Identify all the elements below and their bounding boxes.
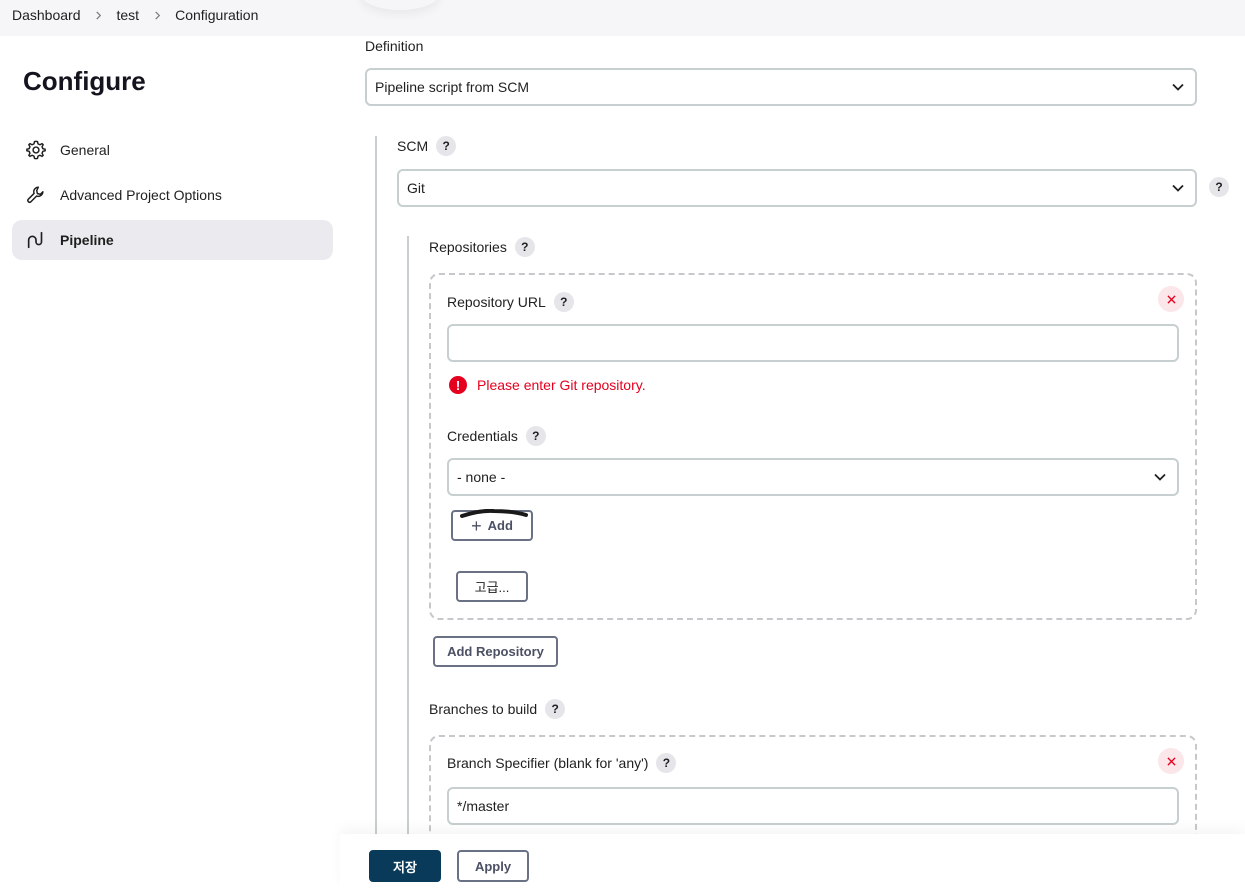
branch-specifier-label: Branch Specifier (blank for 'any') ?	[447, 753, 677, 773]
close-icon	[1166, 294, 1176, 304]
scm-section-line	[407, 236, 409, 836]
repository-url-error: ! Please enter Git repository.	[449, 375, 646, 395]
chevron-down-icon	[1172, 184, 1184, 192]
close-icon	[1166, 756, 1176, 766]
advanced-button[interactable]: 고급...	[456, 571, 528, 602]
save-button[interactable]: 저장	[369, 850, 441, 882]
credentials-label: Credentials ?	[447, 426, 546, 446]
help-icon[interactable]: ?	[525, 426, 546, 446]
chevron-right-icon	[81, 10, 117, 20]
breadcrumb: Dashboard test Configuration	[12, 0, 258, 30]
help-icon[interactable]: ?	[1209, 177, 1229, 197]
breadcrumb-configuration[interactable]: Configuration	[175, 7, 258, 23]
breadcrumb-dashboard[interactable]: Dashboard	[12, 7, 81, 23]
sidebar-item-label: Advanced Project Options	[60, 187, 222, 203]
gear-icon	[24, 138, 48, 162]
delete-repository-button[interactable]	[1158, 286, 1184, 312]
add-repository-button[interactable]: Add Repository	[433, 636, 558, 667]
credentials-select[interactable]: - none -	[447, 458, 1179, 496]
definition-select[interactable]: Pipeline script from SCM	[365, 68, 1197, 106]
repository-url-input[interactable]	[447, 324, 1179, 362]
chevron-down-icon	[1154, 473, 1166, 481]
branch-specifier-input[interactable]	[447, 787, 1179, 825]
sidebar-item-general[interactable]: General	[12, 130, 333, 170]
delete-branch-button[interactable]	[1158, 748, 1184, 774]
scm-label: SCM ?	[397, 136, 457, 156]
plus-icon: +	[471, 515, 482, 536]
help-icon[interactable]: ?	[514, 237, 535, 257]
wrench-icon	[24, 183, 48, 207]
repositories-label: Repositories ?	[429, 237, 535, 257]
sidebar-item-advanced-project-options[interactable]: Advanced Project Options	[12, 175, 333, 215]
apply-button[interactable]: Apply	[457, 850, 529, 882]
help-icon[interactable]: ?	[553, 292, 574, 312]
help-icon[interactable]: ?	[656, 753, 677, 773]
branches-label: Branches to build ?	[429, 699, 566, 719]
sidebar-item-label: General	[60, 142, 110, 158]
page-title: Configure	[23, 66, 146, 96]
section-line	[375, 136, 377, 836]
scm-select[interactable]: Git	[397, 169, 1197, 207]
pipeline-icon	[24, 228, 48, 252]
scribble-mark	[460, 509, 528, 518]
chevron-down-icon	[1172, 83, 1184, 91]
repository-url-label: Repository URL ?	[447, 292, 574, 312]
help-icon[interactable]: ?	[545, 699, 566, 719]
sidebar-item-pipeline[interactable]: Pipeline	[12, 220, 333, 260]
breadcrumb-test[interactable]: test	[117, 7, 140, 23]
definition-label: Definition	[365, 38, 424, 54]
sidebar-item-label: Pipeline	[60, 232, 114, 248]
error-icon: !	[449, 376, 467, 394]
chevron-right-icon	[139, 10, 175, 20]
help-icon[interactable]: ?	[436, 136, 457, 156]
